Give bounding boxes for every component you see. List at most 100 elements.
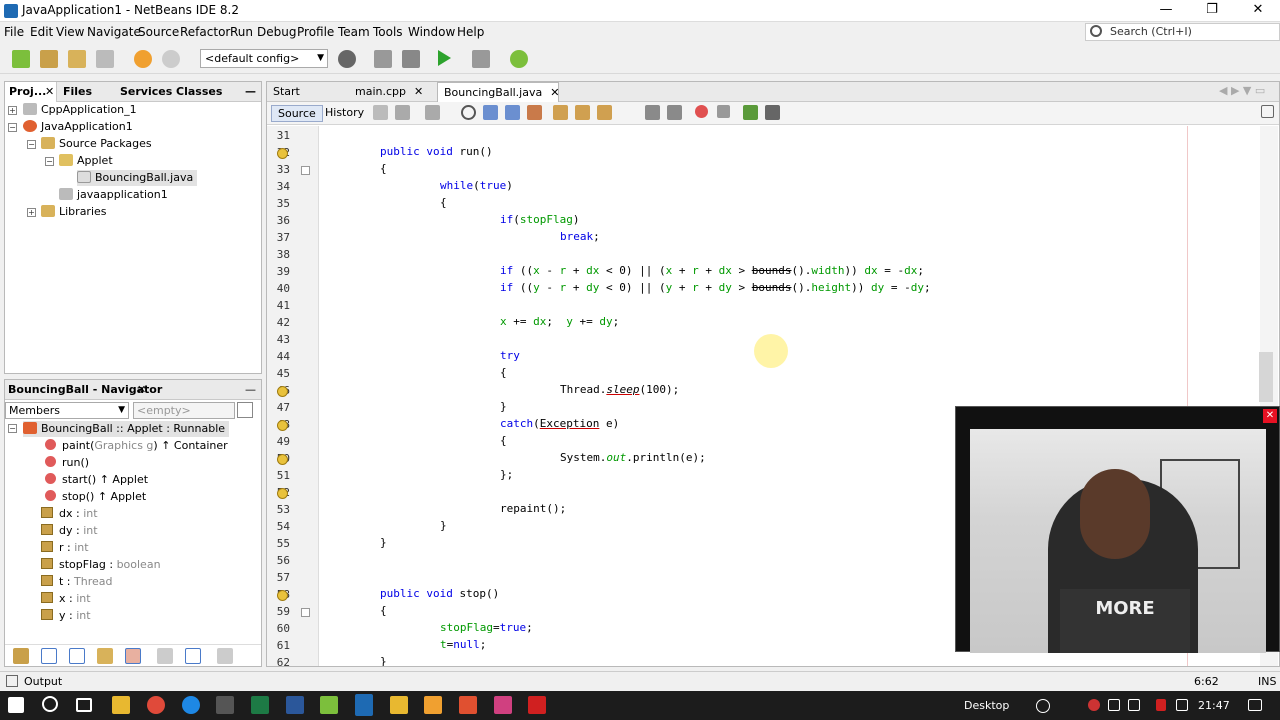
previous-bookmark-icon[interactable] (553, 105, 568, 120)
history-button[interactable]: History (319, 105, 370, 122)
tab-main-cpp[interactable]: main.cpp ✕ (349, 82, 435, 102)
app-icon[interactable] (390, 696, 408, 714)
menu-tools[interactable]: Tools (373, 25, 403, 39)
comment-icon[interactable] (743, 105, 758, 120)
close-icon[interactable]: ✕ (1263, 409, 1277, 423)
shift-left-icon[interactable] (645, 105, 660, 120)
collapse-icon[interactable]: − (8, 424, 17, 433)
menu-refactor[interactable]: Refactor (180, 25, 230, 39)
filter-icon[interactable] (237, 402, 253, 418)
tab-bouncingball[interactable]: BouncingBall.java ✕ (437, 82, 559, 102)
member-dx[interactable]: dx : int (41, 506, 98, 522)
tab-nav-icon[interactable]: ◀ ▶ ▼ ▭ (1219, 84, 1265, 97)
tab-services[interactable]: Services (120, 85, 172, 98)
hint-icon[interactable] (277, 454, 288, 465)
shift-right-icon[interactable] (667, 105, 682, 120)
menu-run[interactable]: Run (230, 25, 253, 39)
nonpublic-filter-icon[interactable] (69, 648, 85, 664)
expand-icon[interactable]: + (8, 106, 17, 115)
desktop-toolbar[interactable]: Desktop (964, 699, 1009, 712)
sort-name-icon[interactable] (157, 648, 173, 664)
members-select[interactable]: Members ▼ (5, 402, 129, 419)
hint-icon[interactable] (277, 386, 288, 397)
app-icon[interactable] (459, 696, 477, 714)
menu-source[interactable]: Source (138, 25, 179, 39)
sort-filter-icon[interactable] (125, 648, 141, 664)
inherited-filter-icon[interactable] (97, 648, 113, 664)
app-icon[interactable] (494, 696, 512, 714)
empty-select[interactable]: <empty> (133, 402, 235, 419)
tree-item-libraries[interactable]: Libraries (41, 204, 107, 220)
menu-edit[interactable]: Edit (30, 25, 53, 39)
open-project-icon[interactable] (68, 50, 86, 68)
member-paint[interactable]: paint(Graphics g) ↑ Container (45, 438, 228, 454)
find-previous-icon[interactable] (483, 105, 498, 120)
windows-start-icon[interactable] (8, 697, 24, 713)
hint-icon[interactable] (277, 148, 288, 159)
close-icon[interactable]: ✕ (550, 86, 559, 99)
chrome-icon[interactable] (147, 696, 165, 714)
tray-icon[interactable] (1088, 699, 1100, 711)
collapse-icon[interactable]: − (27, 140, 36, 149)
scrollbar-thumb[interactable] (1259, 352, 1273, 402)
split-editor-icon[interactable] (1261, 105, 1274, 118)
tab-classes[interactable]: Classes (176, 85, 222, 98)
app-icon[interactable] (320, 696, 338, 714)
forward-icon[interactable] (425, 105, 440, 120)
source-button[interactable]: Source (271, 105, 323, 122)
menu-file[interactable]: File (4, 25, 24, 39)
back-icon[interactable] (373, 105, 388, 120)
find-icon[interactable] (461, 105, 476, 120)
save-all-icon[interactable] (96, 50, 114, 68)
netbeans-taskbar-icon[interactable] (355, 694, 373, 716)
people-icon[interactable] (1036, 699, 1050, 713)
app-icon[interactable] (424, 696, 442, 714)
member-stop[interactable]: stop() ↑ Applet (45, 489, 146, 505)
javadoc-icon[interactable] (217, 648, 233, 664)
file-explorer-icon[interactable] (112, 696, 130, 714)
menu-window[interactable]: Window (408, 25, 455, 39)
search-icon[interactable] (42, 696, 58, 712)
tree-item-javaapplication1-pkg[interactable]: javaapplication1 (59, 187, 168, 203)
excel-icon[interactable] (251, 696, 269, 714)
task-view-icon[interactable] (76, 698, 92, 712)
hint-icon[interactable] (277, 420, 288, 431)
notifications-icon[interactable] (1248, 699, 1262, 711)
tree-item-source-packages[interactable]: Source Packages (41, 136, 152, 152)
config-select[interactable]: <default config> ▼ (200, 49, 328, 68)
fold-toggle-icon[interactable] (301, 166, 310, 175)
static-filter-icon[interactable] (41, 648, 57, 664)
record-macro-icon[interactable] (695, 105, 708, 118)
output-tab[interactable]: Output (24, 675, 62, 688)
stop-macro-icon[interactable] (717, 105, 730, 118)
tab-projects[interactable]: Proj... (9, 85, 46, 98)
toggle-bookmark-icon[interactable] (597, 105, 612, 120)
build-icon[interactable] (374, 50, 392, 68)
menu-navigate[interactable]: Navigate (87, 25, 141, 39)
clock[interactable]: 21:47 (1198, 699, 1230, 712)
recorder-icon[interactable] (528, 696, 546, 714)
member-stopflag[interactable]: stopFlag : boolean (41, 557, 161, 573)
menu-view[interactable]: View (56, 25, 84, 39)
maximize-button[interactable]: ❐ (1189, 0, 1235, 22)
new-file-icon[interactable] (12, 50, 30, 68)
tree-item-bouncingball[interactable]: BouncingBall.java (77, 170, 198, 186)
minimize-button[interactable]: — (1143, 0, 1189, 22)
member-y[interactable]: y : int (41, 608, 91, 624)
member-t[interactable]: t : Thread (41, 574, 112, 590)
collapse-icon[interactable]: − (45, 157, 54, 166)
redo-icon[interactable] (162, 50, 180, 68)
undo-icon[interactable] (134, 50, 152, 68)
menu-debug[interactable]: Debug (257, 25, 296, 39)
tree-item-applet[interactable]: Applet (59, 153, 113, 169)
profile-icon[interactable] (510, 50, 528, 68)
tab-files[interactable]: Files (63, 85, 92, 98)
find-next-icon[interactable] (505, 105, 520, 120)
app-icon[interactable] (216, 696, 234, 714)
new-project-icon[interactable] (40, 50, 58, 68)
close-icon[interactable]: ✕ (45, 85, 54, 98)
tree-item-javaapplication1[interactable]: JavaApplication1 (23, 119, 133, 135)
tree-item-cppapplication[interactable]: CppApplication_1 (23, 102, 137, 118)
globe-icon[interactable] (338, 50, 356, 68)
volume-icon[interactable] (1108, 699, 1120, 711)
